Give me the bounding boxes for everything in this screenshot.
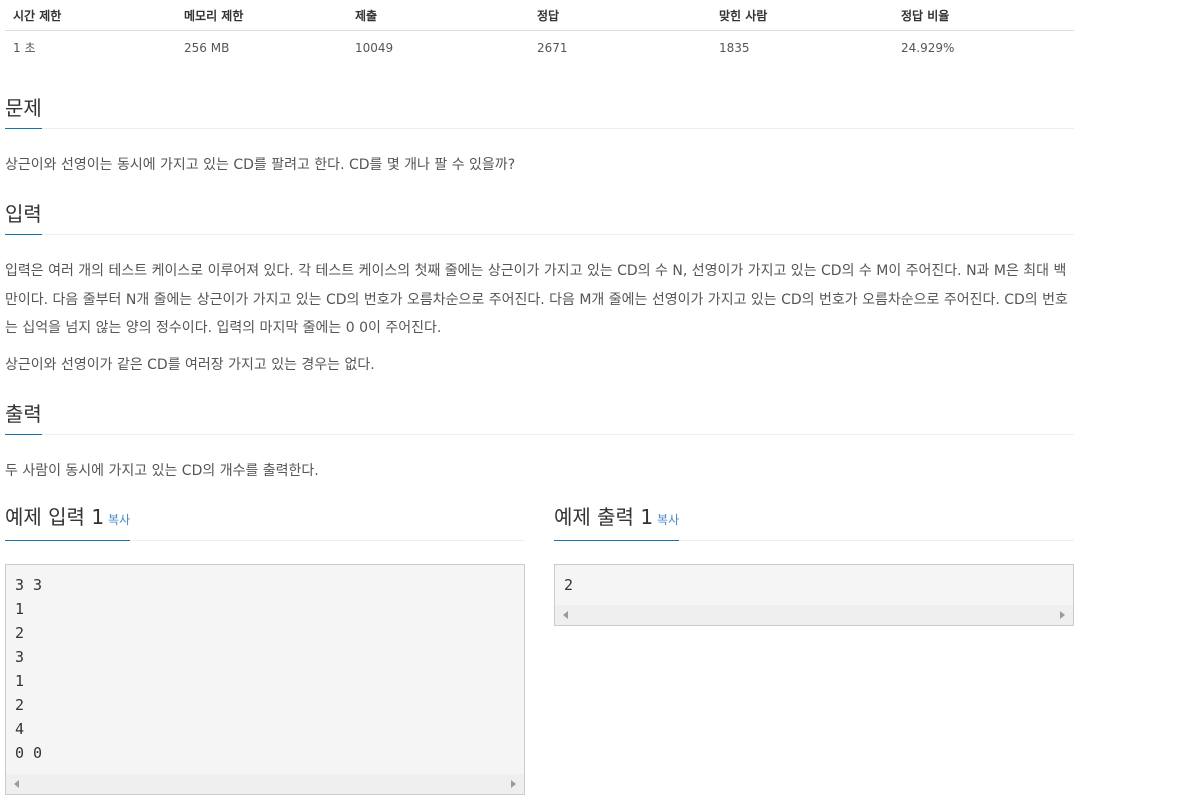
- input-headline: 입력: [5, 200, 1074, 235]
- sample-input-scrollbar[interactable]: [6, 774, 524, 794]
- memory-limit-header: 메모리 제한: [176, 0, 347, 31]
- sample-output-title: 예제 출력 1 복사: [554, 505, 680, 541]
- info-header-row: 시간 제한 메모리 제한 제출 정답 맞힌 사람 정답 비율: [5, 0, 1074, 31]
- problem-headline: 문제: [5, 94, 1074, 129]
- input-note: 상근이와 선영이가 같은 CD를 여러장 가지고 있는 경우는 없다.: [5, 357, 375, 373]
- sample-output-headline: 예제 출력 1 복사: [554, 505, 1074, 541]
- accept-ratio-header: 정답 비율: [893, 0, 1074, 31]
- time-limit-header: 시간 제한: [5, 0, 176, 31]
- sample-output-copy-button[interactable]: 복사: [657, 513, 679, 527]
- output-description: 두 사람이 동시에 가지고 있는 CD의 개수를 출력한다.: [5, 463, 319, 479]
- scroll-left-arrow-icon[interactable]: [14, 780, 19, 788]
- time-limit-value: 1 초: [13, 41, 36, 55]
- problem-info-table: 시간 제한 메모리 제한 제출 정답 맞힌 사람 정답 비율 1 초 256 M…: [5, 0, 1074, 64]
- memory-limit-value: 256 MB: [184, 40, 230, 55]
- sample-output-content: 2: [564, 576, 574, 594]
- submissions-header: 제출: [347, 0, 529, 31]
- problem-title: 문제: [5, 96, 42, 129]
- scroll-right-arrow-icon[interactable]: [511, 780, 516, 788]
- input-description: 입력은 여러 개의 테스트 케이스로 이루어져 있다. 각 테스트 케이스의 첫…: [5, 263, 1068, 336]
- sample-input-copy-button[interactable]: 복사: [108, 513, 130, 527]
- sample-input-title-text: 예제 입력 1: [5, 505, 105, 529]
- info-value-row: 1 초 256 MB 10049 2671 1835 24.929%: [5, 31, 1074, 65]
- submissions-value: 10049: [355, 40, 394, 55]
- input-title: 입력: [5, 202, 42, 235]
- solved-users-header: 맞힌 사람: [711, 0, 893, 31]
- sample-output-box: 2: [554, 564, 1074, 626]
- sample-output-title-text: 예제 출력 1: [554, 505, 654, 529]
- accepted-value: 2671: [537, 40, 568, 55]
- sample-input-headline: 예제 입력 1 복사: [5, 505, 525, 541]
- sample-input-title: 예제 입력 1 복사: [5, 505, 131, 541]
- scroll-left-arrow-icon[interactable]: [563, 611, 568, 619]
- problem-page: 시간 제한 메모리 제한 제출 정답 맞힌 사람 정답 비율 1 초 256 M…: [5, 0, 1074, 795]
- sample-input-box: 3 3 1 2 3 1 2 4 0 0: [5, 564, 525, 795]
- sample-output-scrollbar[interactable]: [555, 605, 1073, 625]
- scroll-right-arrow-icon[interactable]: [1060, 611, 1065, 619]
- output-title: 출력: [5, 402, 42, 435]
- output-headline: 출력: [5, 400, 1074, 435]
- sample-input-content: 3 3 1 2 3 1 2 4 0 0: [15, 576, 43, 762]
- solved-users-value: 1835: [719, 40, 750, 55]
- accept-ratio-value: 24.929%: [901, 40, 955, 55]
- problem-description: 상근이와 선영이는 동시에 가지고 있는 CD를 팔려고 한다. CD를 몇 개…: [5, 157, 516, 173]
- accepted-header: 정답: [529, 0, 711, 31]
